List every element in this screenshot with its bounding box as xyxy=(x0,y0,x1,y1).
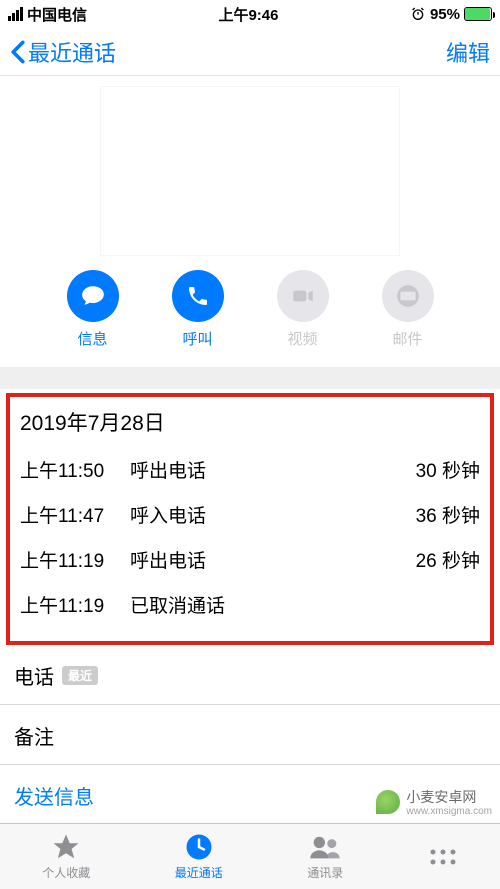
back-label: 最近通话 xyxy=(28,36,116,68)
action-message[interactable]: 信息 xyxy=(58,270,128,349)
call-log-time: 上午11:47 xyxy=(20,501,130,528)
tab-favorites[interactable]: 个人收藏 xyxy=(42,832,90,881)
call-log-type: 呼出电话 xyxy=(130,456,416,483)
tab-recents-label: 最近通话 xyxy=(175,864,223,881)
battery-icon xyxy=(464,7,492,21)
action-video[interactable]: 视频 xyxy=(268,270,338,349)
call-log-row: 上午11:19已取消通话 xyxy=(20,582,480,627)
phone-icon xyxy=(172,270,224,322)
watermark-url: www.xmsigma.com xyxy=(406,807,492,817)
tab-contacts-label: 通讯录 xyxy=(307,864,343,881)
call-log-duration: 26 秒钟 xyxy=(416,546,480,573)
nav-bar: 最近通话 编辑 xyxy=(0,28,500,76)
call-log-time: 上午11:50 xyxy=(20,456,130,483)
contact-photo-placeholder xyxy=(100,86,400,256)
tab-more[interactable] xyxy=(428,842,458,872)
contact-card: 信息 呼叫 视频 邮件 xyxy=(0,76,500,367)
status-left: 中国电信 xyxy=(8,4,87,25)
status-bar: 中国电信 上午9:46 95% xyxy=(0,0,500,28)
call-log-section: 2019年7月28日 上午11:50呼出电话30 秒钟上午11:47呼入电话36… xyxy=(6,393,494,645)
call-log-time: 上午11:19 xyxy=(20,591,130,618)
call-log-type: 呼入电话 xyxy=(130,501,416,528)
tab-favorites-label: 个人收藏 xyxy=(42,864,90,881)
action-video-label: 视频 xyxy=(287,328,317,349)
call-log-duration: 36 秒钟 xyxy=(416,501,480,528)
status-right: 95% xyxy=(410,6,492,23)
action-mail-label: 邮件 xyxy=(392,328,422,349)
call-log-time: 上午11:19 xyxy=(20,546,130,573)
status-time: 上午9:46 xyxy=(218,4,278,25)
call-log-type: 呼出电话 xyxy=(130,546,416,573)
action-call-label: 呼叫 xyxy=(182,328,212,349)
contacts-icon xyxy=(308,832,342,862)
tab-contacts[interactable]: 通讯录 xyxy=(307,832,343,881)
alarm-icon xyxy=(410,6,426,22)
tab-bar: 个人收藏 最近通话 通讯录 xyxy=(0,823,500,889)
phone-section[interactable]: 电话 最近 xyxy=(0,645,500,705)
call-log-duration: 30 秒钟 xyxy=(416,456,480,483)
mail-icon xyxy=(382,270,434,322)
phone-section-label: 电话 xyxy=(14,661,54,690)
message-icon xyxy=(67,270,119,322)
notes-section[interactable]: 备注 xyxy=(0,705,500,765)
tab-recents[interactable]: 最近通话 xyxy=(175,832,223,881)
action-call[interactable]: 呼叫 xyxy=(163,270,233,349)
watermark: 小麦安卓网 www.xmsigma.com xyxy=(376,787,492,817)
star-icon xyxy=(51,832,81,862)
watermark-logo-icon xyxy=(376,790,400,814)
chevron-left-icon xyxy=(10,40,26,64)
watermark-brand: 小麦安卓网 xyxy=(406,787,492,807)
call-log-date: 2019年7月28日 xyxy=(20,407,480,437)
battery-percent: 95% xyxy=(430,6,460,23)
signal-icon xyxy=(8,7,23,21)
action-row: 信息 呼叫 视频 邮件 xyxy=(0,270,500,349)
clock-icon xyxy=(184,832,214,862)
back-button[interactable]: 最近通话 xyxy=(10,36,116,68)
notes-label: 备注 xyxy=(14,727,54,749)
keypad-icon xyxy=(428,842,458,872)
action-mail[interactable]: 邮件 xyxy=(373,270,443,349)
recent-badge: 最近 xyxy=(62,666,98,685)
carrier-label: 中国电信 xyxy=(27,4,87,25)
call-log-row: 上午11:50呼出电话30 秒钟 xyxy=(20,447,480,492)
call-log-type: 已取消通话 xyxy=(130,591,480,618)
action-message-label: 信息 xyxy=(77,328,107,349)
section-gap xyxy=(0,367,500,389)
call-log-row: 上午11:47呼入电话36 秒钟 xyxy=(20,492,480,537)
call-log-row: 上午11:19呼出电话26 秒钟 xyxy=(20,537,480,582)
send-message-label: 发送信息 xyxy=(14,787,94,809)
edit-button[interactable]: 编辑 xyxy=(446,36,490,68)
video-icon xyxy=(277,270,329,322)
